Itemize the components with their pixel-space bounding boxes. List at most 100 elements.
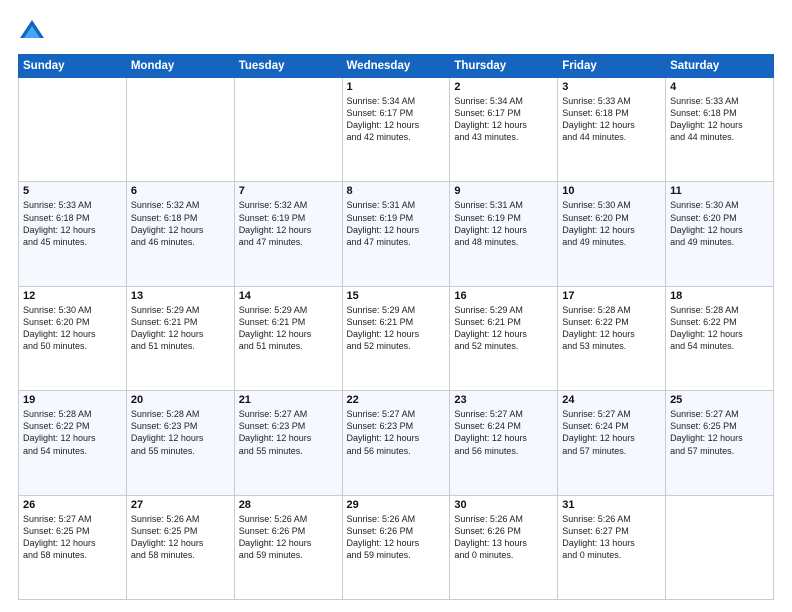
cell-info: Sunrise: 5:27 AM Sunset: 6:25 PM Dayligh…: [670, 408, 769, 457]
day-number: 22: [347, 394, 446, 406]
day-number: 13: [131, 290, 230, 302]
cell-info: Sunrise: 5:29 AM Sunset: 6:21 PM Dayligh…: [347, 304, 446, 353]
day-number: 20: [131, 394, 230, 406]
day-header-thursday: Thursday: [450, 55, 558, 78]
calendar-cell: 18Sunrise: 5:28 AM Sunset: 6:22 PM Dayli…: [666, 286, 774, 390]
cell-info: Sunrise: 5:26 AM Sunset: 6:26 PM Dayligh…: [239, 513, 338, 562]
day-number: 23: [454, 394, 553, 406]
cell-info: Sunrise: 5:29 AM Sunset: 6:21 PM Dayligh…: [131, 304, 230, 353]
page: SundayMondayTuesdayWednesdayThursdayFrid…: [0, 0, 792, 612]
cell-info: Sunrise: 5:30 AM Sunset: 6:20 PM Dayligh…: [670, 199, 769, 248]
calendar-cell: 4 Sunrise: 5:33 AM Sunset: 6:18 PM Daylig…: [666, 78, 774, 182]
calendar-cell: 28 Sunrise: 5:26 AM Sunset: 6:26 PM Dayli…: [234, 495, 342, 599]
cell-info: Sunrise: 5:26 AM Sunset: 6:26 PM Dayligh…: [454, 513, 553, 562]
calendar-cell: [234, 78, 342, 182]
calendar-table: SundayMondayTuesdayWednesdayThursdayFrid…: [18, 54, 774, 600]
calendar-cell: 16 Sunrise: 5:29 AM Sunset: 6:21 PM Dayli…: [450, 286, 558, 390]
cell-info: Sunrise: 5:26 AM Sunset: 6:27 PM Dayligh…: [562, 513, 661, 562]
day-number: 5: [23, 185, 122, 197]
day-number: 10: [562, 185, 661, 197]
calendar-cell: 20 Sunrise: 5:28 AM Sunset: 6:23 PM Dayli…: [126, 391, 234, 495]
day-number: 12: [23, 290, 122, 302]
calendar-cell: [19, 78, 127, 182]
cell-info: Sunrise: 5:28 AM Sunset: 6:22 PM Dayligh…: [23, 408, 122, 457]
day-number: 9: [454, 185, 553, 197]
cell-info: Sunrise: 5:30 AM Sunset: 6:20 PM Dayligh…: [562, 199, 661, 248]
cell-info: Sunrise: 5:34 AM Sunset: 6:17 PM Dayligh…: [454, 95, 553, 144]
calendar-cell: 19Sunrise: 5:28 AM Sunset: 6:22 PM Dayli…: [19, 391, 127, 495]
calendar-cell: 9 Sunrise: 5:31 AM Sunset: 6:19 PM Daylig…: [450, 182, 558, 286]
calendar-cell: 26Sunrise: 5:27 AM Sunset: 6:25 PM Dayli…: [19, 495, 127, 599]
week-row-4: 19Sunrise: 5:28 AM Sunset: 6:22 PM Dayli…: [19, 391, 774, 495]
calendar-cell: 21 Sunrise: 5:27 AM Sunset: 6:23 PM Dayli…: [234, 391, 342, 495]
cell-info: Sunrise: 5:33 AM Sunset: 6:18 PM Dayligh…: [562, 95, 661, 144]
calendar-cell: 10 Sunrise: 5:30 AM Sunset: 6:20 PM Dayli…: [558, 182, 666, 286]
day-number: 8: [347, 185, 446, 197]
day-number: 17: [562, 290, 661, 302]
calendar-cell: 2 Sunrise: 5:34 AM Sunset: 6:17 PM Daylig…: [450, 78, 558, 182]
week-row-5: 26Sunrise: 5:27 AM Sunset: 6:25 PM Dayli…: [19, 495, 774, 599]
week-row-3: 12 Sunrise: 5:30 AM Sunset: 6:20 PM Dayli…: [19, 286, 774, 390]
day-number: 1: [347, 81, 446, 93]
day-number: 27: [131, 499, 230, 511]
calendar-cell: 5Sunrise: 5:33 AM Sunset: 6:18 PM Daylig…: [19, 182, 127, 286]
day-number: 31: [562, 499, 661, 511]
day-number: 6: [131, 185, 230, 197]
week-row-1: 1 Sunrise: 5:34 AM Sunset: 6:17 PM Daylig…: [19, 78, 774, 182]
calendar-cell: [126, 78, 234, 182]
week-row-2: 5Sunrise: 5:33 AM Sunset: 6:18 PM Daylig…: [19, 182, 774, 286]
cell-info: Sunrise: 5:27 AM Sunset: 6:23 PM Dayligh…: [347, 408, 446, 457]
day-headers-row: SundayMondayTuesdayWednesdayThursdayFrid…: [19, 55, 774, 78]
calendar-cell: 12 Sunrise: 5:30 AM Sunset: 6:20 PM Dayli…: [19, 286, 127, 390]
day-number: 25: [670, 394, 769, 406]
cell-info: Sunrise: 5:32 AM Sunset: 6:18 PM Dayligh…: [131, 199, 230, 248]
cell-info: Sunrise: 5:27 AM Sunset: 6:24 PM Dayligh…: [454, 408, 553, 457]
day-header-sunday: Sunday: [19, 55, 127, 78]
calendar-cell: 7 Sunrise: 5:32 AM Sunset: 6:19 PM Daylig…: [234, 182, 342, 286]
day-number: 29: [347, 499, 446, 511]
cell-info: Sunrise: 5:32 AM Sunset: 6:19 PM Dayligh…: [239, 199, 338, 248]
calendar-cell: 24 Sunrise: 5:27 AM Sunset: 6:24 PM Dayli…: [558, 391, 666, 495]
calendar-cell: 15 Sunrise: 5:29 AM Sunset: 6:21 PM Dayli…: [342, 286, 450, 390]
day-number: 11: [670, 185, 769, 197]
cell-info: Sunrise: 5:27 AM Sunset: 6:24 PM Dayligh…: [562, 408, 661, 457]
day-number: 30: [454, 499, 553, 511]
cell-info: Sunrise: 5:33 AM Sunset: 6:18 PM Dayligh…: [670, 95, 769, 144]
day-number: 4: [670, 81, 769, 93]
calendar-cell: 22 Sunrise: 5:27 AM Sunset: 6:23 PM Dayli…: [342, 391, 450, 495]
calendar-cell: 8 Sunrise: 5:31 AM Sunset: 6:19 PM Daylig…: [342, 182, 450, 286]
day-number: 16: [454, 290, 553, 302]
header: [18, 18, 774, 46]
cell-info: Sunrise: 5:26 AM Sunset: 6:26 PM Dayligh…: [347, 513, 446, 562]
calendar-cell: [666, 495, 774, 599]
day-number: 24: [562, 394, 661, 406]
calendar-cell: 11 Sunrise: 5:30 AM Sunset: 6:20 PM Dayli…: [666, 182, 774, 286]
day-number: 26: [23, 499, 122, 511]
logo-icon: [18, 18, 46, 46]
day-number: 15: [347, 290, 446, 302]
cell-info: Sunrise: 5:28 AM Sunset: 6:23 PM Dayligh…: [131, 408, 230, 457]
day-number: 7: [239, 185, 338, 197]
calendar-cell: 6 Sunrise: 5:32 AM Sunset: 6:18 PM Daylig…: [126, 182, 234, 286]
day-number: 28: [239, 499, 338, 511]
day-number: 21: [239, 394, 338, 406]
calendar-cell: 17 Sunrise: 5:28 AM Sunset: 6:22 PM Dayli…: [558, 286, 666, 390]
calendar-cell: 1Sunrise: 5:34 AM Sunset: 6:17 PM Daylig…: [342, 78, 450, 182]
calendar-cell: 31 Sunrise: 5:26 AM Sunset: 6:27 PM Dayli…: [558, 495, 666, 599]
day-header-saturday: Saturday: [666, 55, 774, 78]
day-header-friday: Friday: [558, 55, 666, 78]
cell-info: Sunrise: 5:27 AM Sunset: 6:23 PM Dayligh…: [239, 408, 338, 457]
cell-info: Sunrise: 5:29 AM Sunset: 6:21 PM Dayligh…: [239, 304, 338, 353]
day-number: 2: [454, 81, 553, 93]
calendar-cell: 27Sunrise: 5:26 AM Sunset: 6:25 PM Dayli…: [126, 495, 234, 599]
calendar-cell: 29 Sunrise: 5:26 AM Sunset: 6:26 PM Dayli…: [342, 495, 450, 599]
cell-info: Sunrise: 5:31 AM Sunset: 6:19 PM Dayligh…: [454, 199, 553, 248]
cell-info: Sunrise: 5:29 AM Sunset: 6:21 PM Dayligh…: [454, 304, 553, 353]
day-header-monday: Monday: [126, 55, 234, 78]
calendar-cell: 14Sunrise: 5:29 AM Sunset: 6:21 PM Dayli…: [234, 286, 342, 390]
cell-info: Sunrise: 5:31 AM Sunset: 6:19 PM Dayligh…: [347, 199, 446, 248]
cell-info: Sunrise: 5:28 AM Sunset: 6:22 PM Dayligh…: [562, 304, 661, 353]
calendar-cell: 25 Sunrise: 5:27 AM Sunset: 6:25 PM Dayli…: [666, 391, 774, 495]
calendar-cell: 23 Sunrise: 5:27 AM Sunset: 6:24 PM Dayli…: [450, 391, 558, 495]
cell-info: Sunrise: 5:30 AM Sunset: 6:20 PM Dayligh…: [23, 304, 122, 353]
